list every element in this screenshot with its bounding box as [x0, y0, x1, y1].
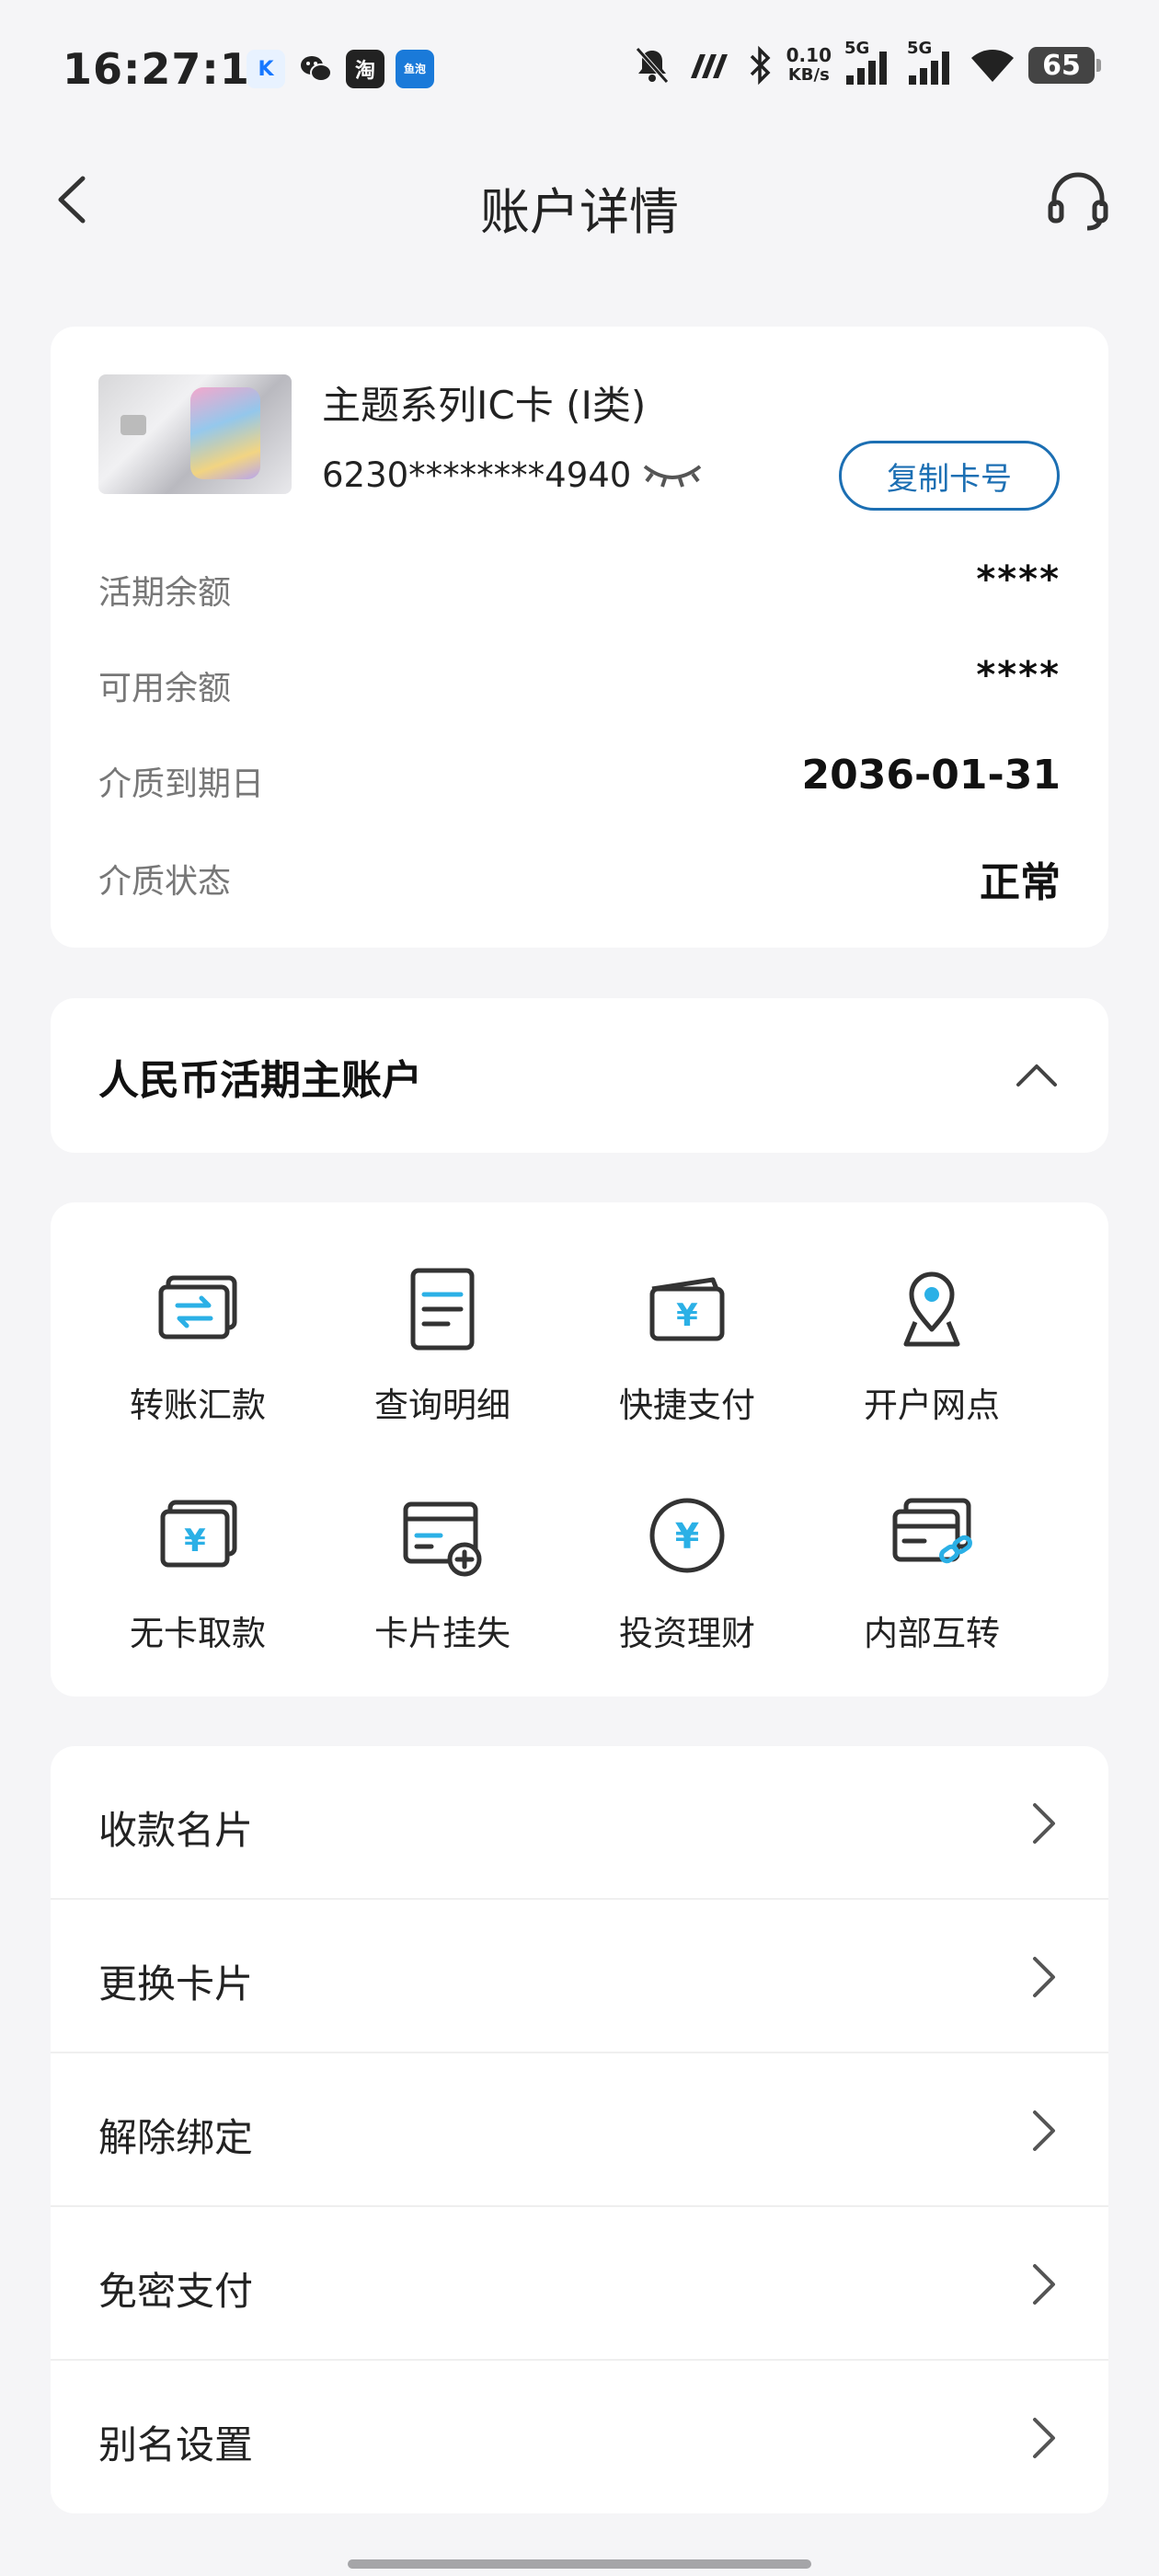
function-label: 快捷支付 [619, 1386, 755, 1425]
chevron-right-icon [1033, 1957, 1055, 1997]
function-grid: 转账汇款 查询明细 ¥ 快捷支付 开户网点 ¥ 无卡取款 卡片挂失 ¥ 投资理财… [51, 1202, 1108, 1696]
function-cardless-withdraw[interactable]: ¥ 无卡取款 [78, 1489, 317, 1701]
card-name: 主题系列IC卡 (I类) [322, 383, 647, 428]
quick-pay-icon: ¥ [649, 1277, 725, 1341]
expiry-row: 介质到期日 2036-01-31 [98, 750, 1061, 805]
bluetooth-icon [750, 45, 771, 86]
home-indicator[interactable] [348, 2559, 811, 2569]
eye-closed-icon[interactable] [639, 455, 706, 496]
balance-value: **** [976, 558, 1061, 601]
chevron-up-icon[interactable] [1013, 1052, 1061, 1099]
list-item-label: 免密支付 [98, 2269, 254, 2314]
function-quick-pay[interactable]: ¥ 快捷支付 [568, 1261, 807, 1473]
chevron-right-icon [1033, 2264, 1055, 2305]
list-item-alias-settings[interactable]: 别名设置 [51, 2361, 1108, 2513]
list-item-unbind[interactable]: 解除绑定 [51, 2053, 1108, 2207]
customer-service-icon[interactable] [1043, 166, 1113, 236]
chevron-right-icon [1033, 2418, 1055, 2458]
expiry-label: 介质到期日 [98, 765, 265, 803]
taobao-icon: 淘 [346, 50, 384, 88]
function-details[interactable]: 查询明细 [323, 1261, 562, 1473]
details-icon [410, 1268, 475, 1351]
kuaishou-icon: K [247, 50, 285, 88]
signal-2-icon: 5G [907, 39, 957, 86]
function-transfer[interactable]: 转账汇款 [78, 1261, 317, 1473]
status-right: 0.10 KB/s 5G 5G 65 [632, 39, 1101, 86]
copy-card-number-button[interactable]: 复制卡号 [839, 441, 1060, 511]
page-title: 账户详情 [480, 183, 679, 241]
card-loss-icon [403, 1501, 482, 1577]
internal-transfer-icon [892, 1498, 972, 1564]
transfer-icon [158, 1275, 237, 1340]
battery-icon: 65 [1028, 47, 1101, 84]
expiry-value: 2036-01-31 [801, 752, 1061, 799]
svg-text:¥: ¥ [676, 1297, 698, 1334]
function-internal-transfer[interactable]: 内部互转 [812, 1489, 1051, 1701]
yupao-icon: 鱼泡 [396, 50, 434, 88]
function-label: 转账汇款 [130, 1386, 266, 1425]
section-title: 人民币活期主账户 [98, 1057, 422, 1104]
list-item-label: 收款名片 [98, 1808, 254, 1853]
status-value: 正常 [980, 859, 1061, 906]
status-label: 介质状态 [98, 863, 232, 901]
available-balance-row: 可用余额 **** [98, 654, 1061, 709]
chevron-right-icon [1033, 2110, 1055, 2151]
list-item-label: 更换卡片 [98, 1961, 254, 2007]
function-location[interactable]: 开户网点 [812, 1261, 1051, 1473]
status-row: 介质状态 正常 [98, 847, 1061, 906]
list-item-replace-card[interactable]: 更换卡片 [51, 1900, 1108, 2053]
signal-1-icon: 5G [844, 39, 894, 86]
card-number: 6230********4940 [322, 455, 632, 495]
card-image [98, 374, 292, 494]
function-investment[interactable]: ¥ 投资理财 [568, 1489, 807, 1701]
svg-text:¥: ¥ [184, 1523, 206, 1559]
balance-label: 活期余额 [98, 574, 232, 612]
wifi-icon [971, 50, 1014, 82]
cardless-withdraw-icon: ¥ [160, 1500, 237, 1568]
function-label: 查询明细 [374, 1386, 511, 1425]
balance-row: 活期余额 **** [98, 558, 1061, 614]
function-label: 内部互转 [864, 1614, 1000, 1653]
list-item-label: 解除绑定 [98, 2115, 254, 2160]
function-label: 投资理财 [619, 1614, 755, 1653]
chevron-right-icon [1033, 1803, 1055, 1844]
function-label: 无卡取款 [130, 1614, 266, 1653]
list-item-label: 别名设置 [98, 2422, 254, 2467]
available-balance-label: 可用余额 [98, 670, 232, 707]
account-section-header[interactable]: 人民币活期主账户 [51, 998, 1108, 1153]
mute-bell-icon [635, 47, 669, 84]
location-icon [903, 1271, 960, 1347]
account-card: 主题系列IC卡 (I类) 6230********4940 复制卡号 活期余额 … [51, 327, 1108, 948]
available-balance-value: **** [976, 654, 1061, 696]
hd-network-icon [690, 54, 728, 78]
settings-list: 收款名片 更换卡片 解除绑定 免密支付 别名设置 [51, 1746, 1108, 2513]
list-item-payment-card[interactable]: 收款名片 [51, 1746, 1108, 1900]
page-header: 账户详情 [0, 138, 1159, 267]
function-label: 开户网点 [864, 1386, 1000, 1425]
net-speed: 0.10 KB/s [786, 44, 832, 85]
notification-icons: K 淘 鱼泡 [247, 50, 434, 88]
wechat-icon [296, 50, 335, 88]
svg-text:¥: ¥ [675, 1516, 699, 1557]
status-bar: 16:27:12 K 淘 鱼泡 0.10 KB/s 5G 5G 65 [0, 0, 1159, 138]
list-item-password-free-pay[interactable]: 免密支付 [51, 2207, 1108, 2361]
investment-icon: ¥ [649, 1498, 725, 1573]
function-card-loss[interactable]: 卡片挂失 [323, 1489, 562, 1701]
function-label: 卡片挂失 [374, 1614, 511, 1653]
